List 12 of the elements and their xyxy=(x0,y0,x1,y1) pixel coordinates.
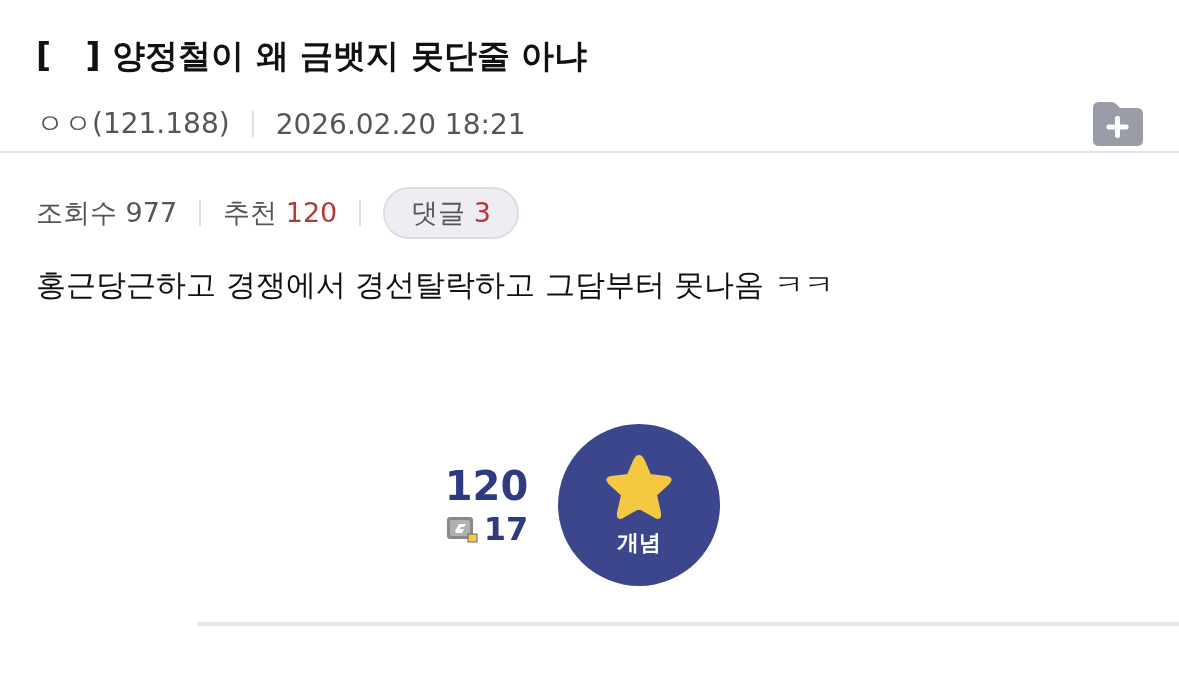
post-body: 홍근당근하고 경쟁에서 경선탈락하고 그담부터 못나옴 ㅋㅋ xyxy=(36,266,835,304)
post-title: [ ] 양정철이 왜 금뱃지 못단줄 아냐 xyxy=(36,35,589,77)
folder-add-icon[interactable] xyxy=(1091,102,1143,146)
author-name[interactable]: ㅇㅇ(121.188) xyxy=(36,105,230,143)
recommend-total: 120 xyxy=(444,462,529,510)
post-date: 2026.02.20 18:21 xyxy=(275,107,526,141)
comment-count-button[interactable]: 댓글 3 xyxy=(383,187,520,239)
fixed-recommend-count: 17 xyxy=(483,510,529,548)
fixed-user-icon xyxy=(445,515,478,543)
recommend-count: 추천 120 xyxy=(223,196,338,230)
view-count: 조회수 977 xyxy=(36,196,178,230)
recommend-button[interactable]: 개념 xyxy=(558,424,721,586)
